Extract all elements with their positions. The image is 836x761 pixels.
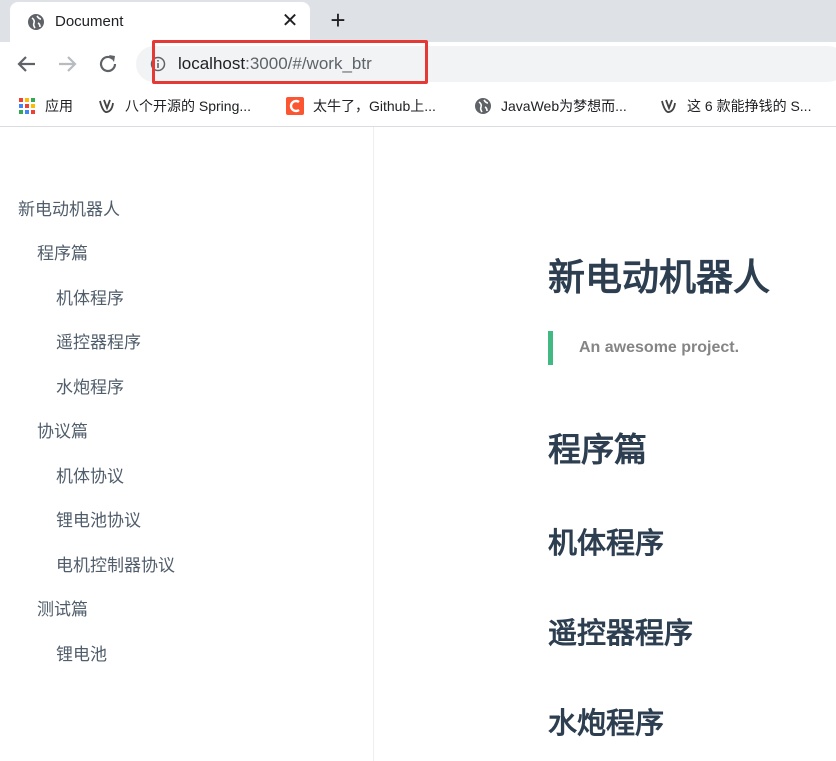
bookmark-spring[interactable]: 八个开源的 Spring... bbox=[98, 96, 251, 116]
csdn-icon bbox=[286, 97, 304, 115]
sidebar-item-new-robot[interactable]: 新电动机器人 bbox=[18, 195, 120, 220]
back-arrow-icon[interactable] bbox=[15, 52, 39, 76]
globe-icon bbox=[475, 98, 491, 114]
url-highlight-box bbox=[152, 40, 428, 84]
new-tab-button[interactable]: + bbox=[325, 7, 351, 34]
tab-strip: Document ✕ + bbox=[0, 0, 836, 42]
bookmark-label: JavaWeb为梦想而... bbox=[501, 98, 627, 114]
reload-icon[interactable] bbox=[96, 52, 120, 76]
sidebar-item-body-program[interactable]: 机体程序 bbox=[56, 284, 124, 309]
bookmark-javaweb[interactable]: JavaWeb为梦想而... bbox=[474, 96, 627, 116]
bookmark-apps[interactable]: 应用 bbox=[18, 96, 73, 116]
subsection-heading-remote-program: 遥控器程序 bbox=[548, 618, 694, 650]
docs-sidebar: 新电动机器人 程序篇 机体程序 遥控器程序 水炮程序 协议篇 机体协议 锂电池协… bbox=[0, 127, 374, 761]
page-title: 新电动机器人 bbox=[548, 257, 770, 298]
close-tab-icon[interactable]: ✕ bbox=[280, 11, 300, 31]
browser-tab[interactable]: Document ✕ bbox=[10, 2, 310, 42]
blockquote-text: An awesome project. bbox=[579, 339, 740, 356]
forward-arrow-icon[interactable] bbox=[55, 52, 79, 76]
sidebar-item-programs[interactable]: 程序篇 bbox=[37, 239, 88, 264]
sidebar-item-battery-protocol[interactable]: 锂电池协议 bbox=[56, 506, 141, 531]
bookmark-label: 太牛了，Github上... bbox=[313, 98, 436, 114]
globe-icon bbox=[28, 14, 44, 30]
bookmark-favicon-icon bbox=[99, 99, 114, 113]
section-heading-programs: 程序篇 bbox=[548, 431, 647, 468]
bookmarks-bar: 应用 八个开源的 Spring... 太牛了，Github上... JavaWe… bbox=[0, 86, 836, 127]
bookmark-earn[interactable]: 这 6 款能挣钱的 S... bbox=[660, 96, 811, 116]
docs-content: 新电动机器人 An awesome project. 程序篇 机体程序 遥控器程… bbox=[375, 127, 836, 761]
sidebar-item-battery[interactable]: 锂电池 bbox=[56, 640, 107, 665]
sidebar-item-body-protocol[interactable]: 机体协议 bbox=[56, 462, 124, 487]
subsection-heading-water-cannon-program: 水炮程序 bbox=[548, 708, 665, 740]
subsection-heading-body-program: 机体程序 bbox=[548, 528, 665, 560]
bookmark-label: 这 6 款能挣钱的 S... bbox=[687, 98, 812, 114]
tab-title: Document bbox=[55, 13, 124, 30]
bookmark-favicon-icon bbox=[661, 99, 676, 113]
apps-grid-icon bbox=[19, 98, 35, 114]
bookmark-label: 八个开源的 Spring... bbox=[125, 98, 252, 114]
sidebar-item-tests[interactable]: 测试篇 bbox=[37, 595, 88, 620]
blockquote: An awesome project. bbox=[548, 331, 739, 365]
bookmark-label: 应用 bbox=[45, 98, 73, 114]
sidebar-item-water-cannon-program[interactable]: 水炮程序 bbox=[56, 373, 124, 398]
sidebar-item-protocols[interactable]: 协议篇 bbox=[37, 417, 88, 442]
sidebar-item-remote-program[interactable]: 遥控器程序 bbox=[56, 328, 141, 353]
sidebar-item-motor-controller-protocol[interactable]: 电机控制器协议 bbox=[56, 551, 175, 576]
bookmark-github[interactable]: 太牛了，Github上... bbox=[286, 96, 436, 116]
